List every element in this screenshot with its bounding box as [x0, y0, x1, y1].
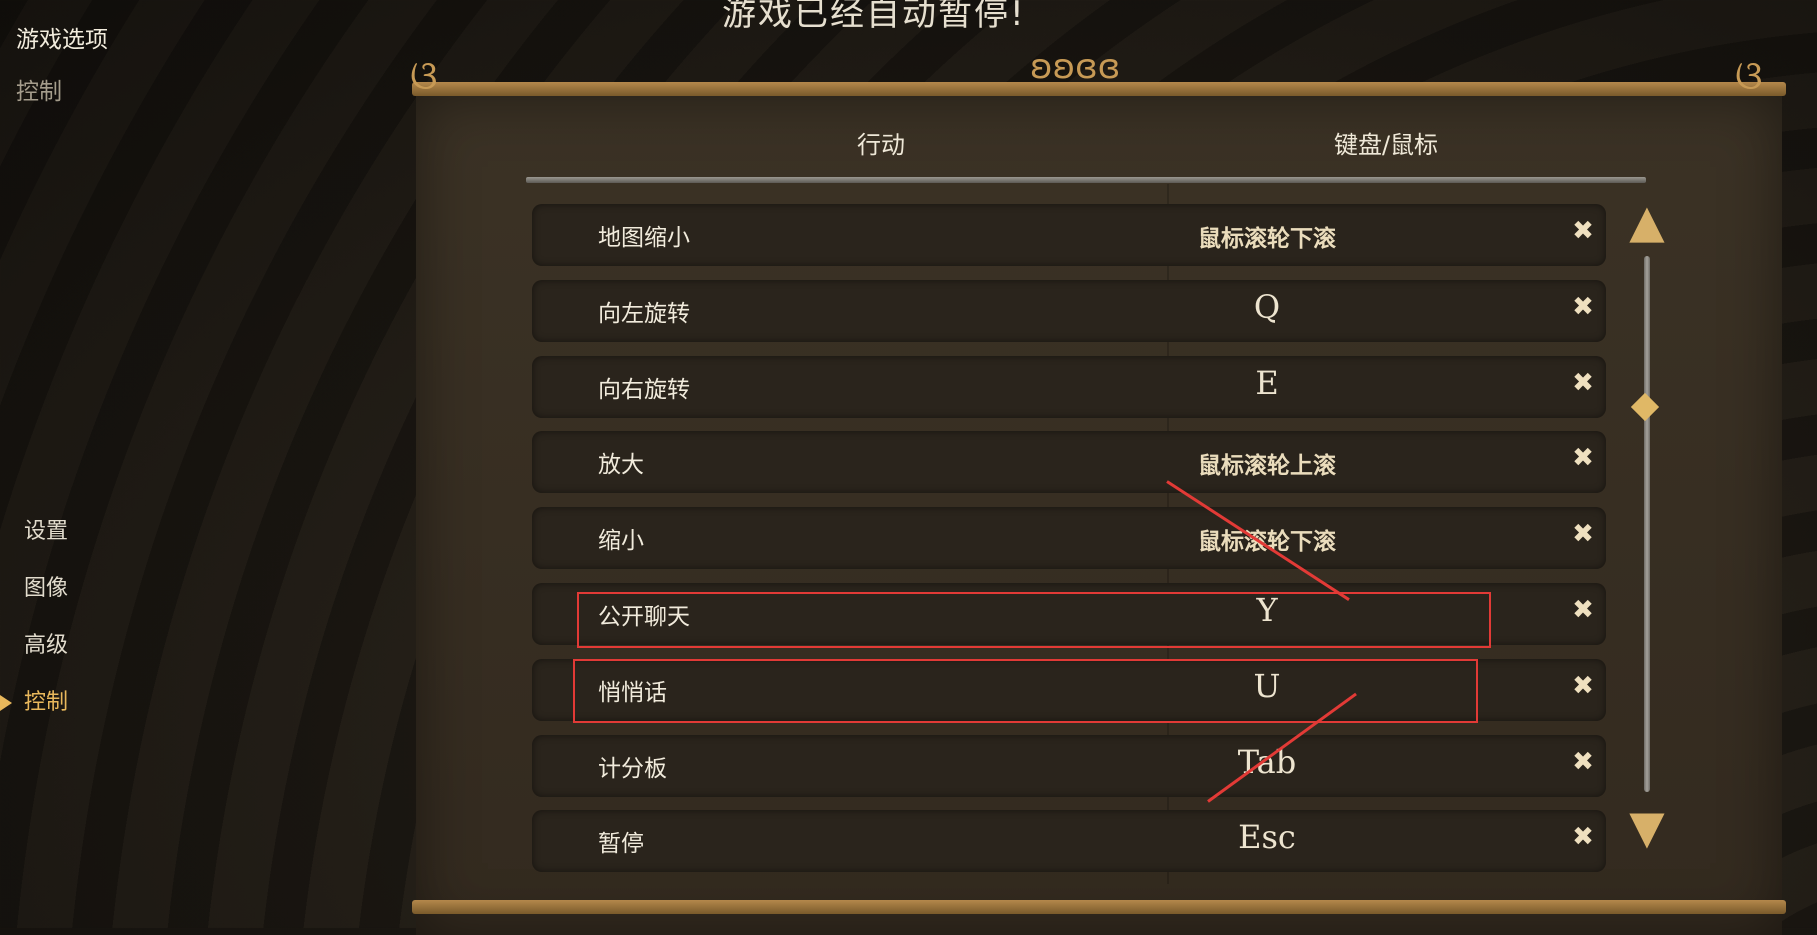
keybind-row[interactable]: 公开聊天 Y ✖	[532, 582, 1606, 645]
close-icon[interactable]: ✖	[1568, 292, 1598, 326]
top-menu: 游戏选项 控制	[16, 20, 108, 124]
controls-subtitle: 控制	[16, 79, 62, 105]
key-binding[interactable]: U	[1117, 667, 1417, 705]
key-binding[interactable]: Tab	[1117, 743, 1417, 781]
keybind-row[interactable]: 向左旋转 Q ✖	[532, 279, 1606, 342]
key-binding[interactable]: Y	[1117, 591, 1417, 629]
keybind-row[interactable]: 计分板 Tab ✖	[532, 734, 1606, 797]
action-label: 计分板	[598, 755, 667, 782]
key-binding[interactable]: 鼠标滚轮下滚	[1117, 219, 1417, 253]
close-icon[interactable]: ✖	[1568, 671, 1598, 705]
close-icon[interactable]: ✖	[1568, 747, 1598, 781]
keybind-row[interactable]: 缩小 鼠标滚轮下滚 ✖	[532, 507, 1606, 570]
close-icon[interactable]: ✖	[1568, 595, 1598, 629]
action-label: 悄悄话	[598, 679, 667, 706]
close-icon[interactable]: ✖	[1568, 519, 1598, 553]
ornament-center-icon: ʚʚɞɞ	[1030, 47, 1121, 87]
header-divider	[526, 177, 1646, 183]
action-label: 地图缩小	[598, 225, 690, 251]
close-icon[interactable]: ✖	[1568, 216, 1598, 250]
key-binding[interactable]: Esc	[1117, 818, 1417, 856]
close-icon[interactable]: ✖	[1568, 368, 1598, 402]
nav-item-controls[interactable]: 控制	[0, 686, 68, 743]
action-label: 缩小	[598, 528, 644, 555]
action-label: 向右旋转	[598, 376, 690, 403]
close-icon[interactable]: ✖	[1568, 443, 1598, 477]
keybind-row[interactable]: 向右旋转 E ✖	[532, 355, 1606, 418]
active-marker-icon	[0, 695, 12, 711]
panel-frame-bottom	[412, 900, 1786, 914]
action-label: 向左旋转	[598, 300, 690, 327]
keybind-row[interactable]: 放大 鼠标滚轮上滚 ✖	[532, 431, 1606, 494]
action-label: 公开聊天	[598, 603, 690, 630]
nav-item-advanced[interactable]: 高级	[0, 629, 68, 686]
close-icon[interactable]: ✖	[1568, 822, 1598, 856]
keybind-row[interactable]: 悄悄话 U ✖	[532, 658, 1606, 721]
nav-item-label: 控制	[24, 690, 69, 715]
scrollbar-track[interactable]	[1644, 256, 1650, 792]
nav-item-label: 高级	[24, 633, 69, 658]
table-header: 行动 键盘/鼠标	[526, 125, 1644, 165]
nav-item-graphics[interactable]: 图像	[0, 572, 68, 629]
ornament-right-icon: ଓ	[1735, 53, 1763, 99]
key-binding[interactable]: E	[1117, 364, 1417, 402]
keybind-list: 地图缩小 鼠标滚轮下滚 ✖ 向左旋转 Q ✖ 向右旋转 E ✖ 放大 鼠标滚轮上…	[532, 204, 1606, 886]
ornament-left-icon: ଓ	[410, 53, 438, 99]
header-action: 行动	[857, 131, 905, 159]
keybind-row[interactable]: 暂停 Esc ✖	[532, 810, 1606, 873]
game-options-title: 游戏选项	[16, 27, 108, 53]
nav-item-settings[interactable]: 设置	[0, 515, 68, 572]
keybind-row[interactable]: 地图缩小 鼠标滚轮下滚 ✖	[532, 204, 1606, 266]
side-nav: 设置 图像 高级 控制	[0, 515, 68, 743]
arrow-down-icon[interactable]: ▼	[1622, 804, 1672, 850]
nav-item-label: 图像	[24, 576, 69, 601]
pause-banner: 游戏已经自动暂停!	[722, 0, 1026, 34]
key-binding[interactable]: Q	[1117, 288, 1417, 326]
nav-item-label: 设置	[24, 519, 69, 544]
header-key: 键盘/鼠标	[1333, 131, 1439, 159]
arrow-up-icon[interactable]: ▲	[1622, 198, 1672, 244]
action-label: 放大	[598, 452, 644, 479]
key-binding[interactable]: 鼠标滚轮下滚	[1117, 522, 1417, 556]
key-binding[interactable]: 鼠标滚轮上滚	[1117, 446, 1417, 480]
action-label: 暂停	[598, 831, 644, 858]
